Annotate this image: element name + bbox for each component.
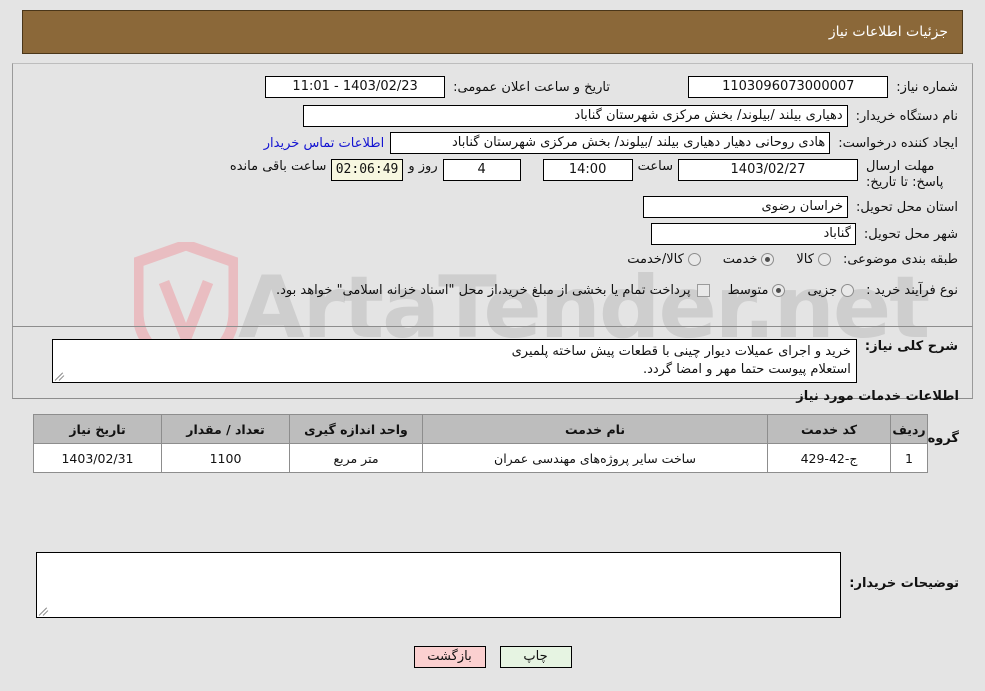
delivery-province-value[interactable]: خراسان رضوی [643, 196, 849, 218]
purchase-type-label: نوع فرآیند خرید : [866, 283, 958, 298]
main-panel: شماره نیاز: 1103096073000007 تاریخ و ساع… [12, 63, 973, 633]
field-delivery-province: استان محل تحویل: خراسان رضوی [643, 196, 958, 218]
th-name: نام خدمت [422, 414, 768, 444]
field-purchase-type: نوع فرآیند خرید : جزیی متوسط پرداخت تمام… [276, 283, 958, 298]
field-delivery-city: شهر محل تحویل: گناباد [650, 223, 958, 245]
cell-quantity: 1100 [161, 443, 290, 473]
deadline-days-label: روز و [408, 159, 438, 174]
deadline-hour-label: ساعت [637, 159, 673, 174]
page-title: جزئیات اطلاعات نیاز [828, 24, 948, 40]
category-option-kala-khedmat-label: کالا/خدمت [627, 252, 684, 267]
announce-datetime-label: تاریخ و ساعت اعلان عمومی: [453, 79, 610, 95]
buyer-org-label: نام دستگاه خریدار: [855, 108, 958, 124]
delivery-city-label: شهر محل تحویل: [863, 226, 958, 242]
cell-row: 1 [890, 443, 928, 473]
purchase-type-option-motevaset[interactable]: متوسط [728, 283, 786, 298]
field-need-number: شماره نیاز: 1103096073000007 [688, 76, 958, 98]
deadline-hour-value[interactable]: 14:00 [542, 159, 633, 181]
buyer-notes-textarea[interactable] [36, 552, 842, 618]
purchase-type-option-motevaset-label: متوسط [727, 283, 769, 298]
treasury-documents-checkbox[interactable] [696, 284, 710, 297]
field-need-description: شرح کلی نیاز: خرید و اجرای عمیلات دیوار … [51, 339, 958, 383]
deadline-countdown-timer: 02:06:49 [331, 159, 404, 181]
category-option-khedmat-label: خدمت [722, 252, 758, 267]
field-deadline: مهلت ارسال پاسخ: تا تاریخ: 1403/02/27 سا… [225, 159, 958, 191]
radio-kala-khedmat-icon[interactable] [687, 253, 701, 266]
purchase-type-option-jozi[interactable]: جزیی [807, 283, 855, 298]
category-option-kala-label: کالا [796, 252, 814, 267]
buyer-org-value[interactable]: دهیاری بیلند /بیلوند/ بخش مرکزی شهرستان … [302, 105, 848, 127]
field-category: طبقه بندی موضوعی: کالا خدمت کالا/خدمت [609, 252, 958, 267]
radio-kala-icon[interactable] [817, 253, 831, 266]
purchase-type-radio-group: جزیی متوسط [710, 283, 855, 298]
category-option-khedmat[interactable]: خدمت [723, 252, 775, 267]
need-number-value[interactable]: 1103096073000007 [688, 76, 889, 98]
treasury-documents-note: پرداخت تمام یا بخشی از مبلغ خرید،از محل … [276, 283, 691, 298]
radio-khedmat-icon[interactable] [761, 253, 775, 266]
table-header-row: ردیف کد خدمت نام خدمت واحد اندازه گیری ت… [33, 414, 928, 444]
buyer-notes-label: توضیحات خریدار: [849, 576, 959, 591]
service-items-table: ردیف کد خدمت نام خدمت واحد اندازه گیری ت… [33, 414, 928, 473]
th-row: ردیف [890, 414, 928, 444]
th-code: کد خدمت [767, 414, 891, 444]
table-row: 1 ج-42-429 ساخت سایر پروژه‌های مهندسی عم… [33, 443, 928, 473]
radio-motevaset-icon[interactable] [772, 284, 786, 297]
announce-datetime-value[interactable]: 1403/02/23 - 11:01 [265, 76, 446, 98]
field-announce-datetime: تاریخ و ساعت اعلان عمومی: 1403/02/23 - 1… [265, 76, 610, 98]
th-unit: واحد اندازه گیری [289, 414, 423, 444]
field-requester: ایجاد کننده درخواست: هادی روحانی دهیار د… [258, 132, 958, 154]
resize-grip-icon[interactable] [54, 369, 67, 381]
requester-value[interactable]: هادی روحانی دهیار دهیاری بیلند /بیلوند/ … [390, 132, 831, 154]
buyer-notes-resize-grip-icon[interactable] [38, 604, 51, 616]
need-info-form: شماره نیاز: 1103096073000007 تاریخ و ساع… [12, 63, 973, 327]
th-quantity: تعداد / مقدار [161, 414, 290, 444]
buyer-contact-link[interactable]: اطلاعات تماس خریدار [258, 136, 390, 151]
cell-name: ساخت سایر پروژه‌های مهندسی عمران [422, 443, 768, 473]
deadline-timer-label: ساعت باقی مانده [229, 159, 327, 174]
footer-buttons: بازگشت چاپ [0, 646, 985, 668]
print-button[interactable]: چاپ [499, 646, 572, 668]
radio-jozi-icon[interactable] [841, 284, 855, 297]
back-button[interactable]: بازگشت [413, 646, 486, 668]
th-date: تاریخ نیاز [33, 414, 162, 444]
category-radio-group: کالا خدمت کالا/خدمت [609, 252, 831, 267]
cell-unit: متر مربع [289, 443, 423, 473]
deadline-date-value[interactable]: 1403/02/27 [678, 159, 858, 181]
category-option-kala-khedmat[interactable]: کالا/خدمت [627, 252, 701, 267]
purchase-type-option-jozi-label: جزیی [807, 283, 838, 298]
cell-date: 1403/02/31 [33, 443, 162, 473]
field-buyer-notes: توضیحات خریدار: [36, 552, 959, 618]
field-buyer-org: نام دستگاه خریدار: دهیاری بیلند /بیلوند/… [302, 105, 958, 127]
delivery-city-value[interactable]: گناباد [650, 223, 856, 245]
delivery-province-label: استان محل تحویل: [856, 199, 958, 215]
need-description-textarea[interactable]: خرید و اجرای عمیلات دیوار چینی با قطعات … [51, 339, 857, 383]
deadline-days-value: 4 [442, 159, 521, 181]
page-header: جزئیات اطلاعات نیاز [22, 10, 963, 54]
cell-code: ج-42-429 [767, 443, 891, 473]
services-section-title: اطلاعات خدمات مورد نیاز [796, 389, 959, 404]
category-label: طبقه بندی موضوعی: [842, 252, 958, 267]
category-option-kala[interactable]: کالا [796, 252, 831, 267]
deadline-label: مهلت ارسال پاسخ: تا تاریخ: [866, 159, 944, 190]
need-description-label: شرح کلی نیاز: [864, 339, 958, 354]
need-number-label: شماره نیاز: [896, 79, 958, 95]
requester-label: ایجاد کننده درخواست: [838, 135, 958, 151]
